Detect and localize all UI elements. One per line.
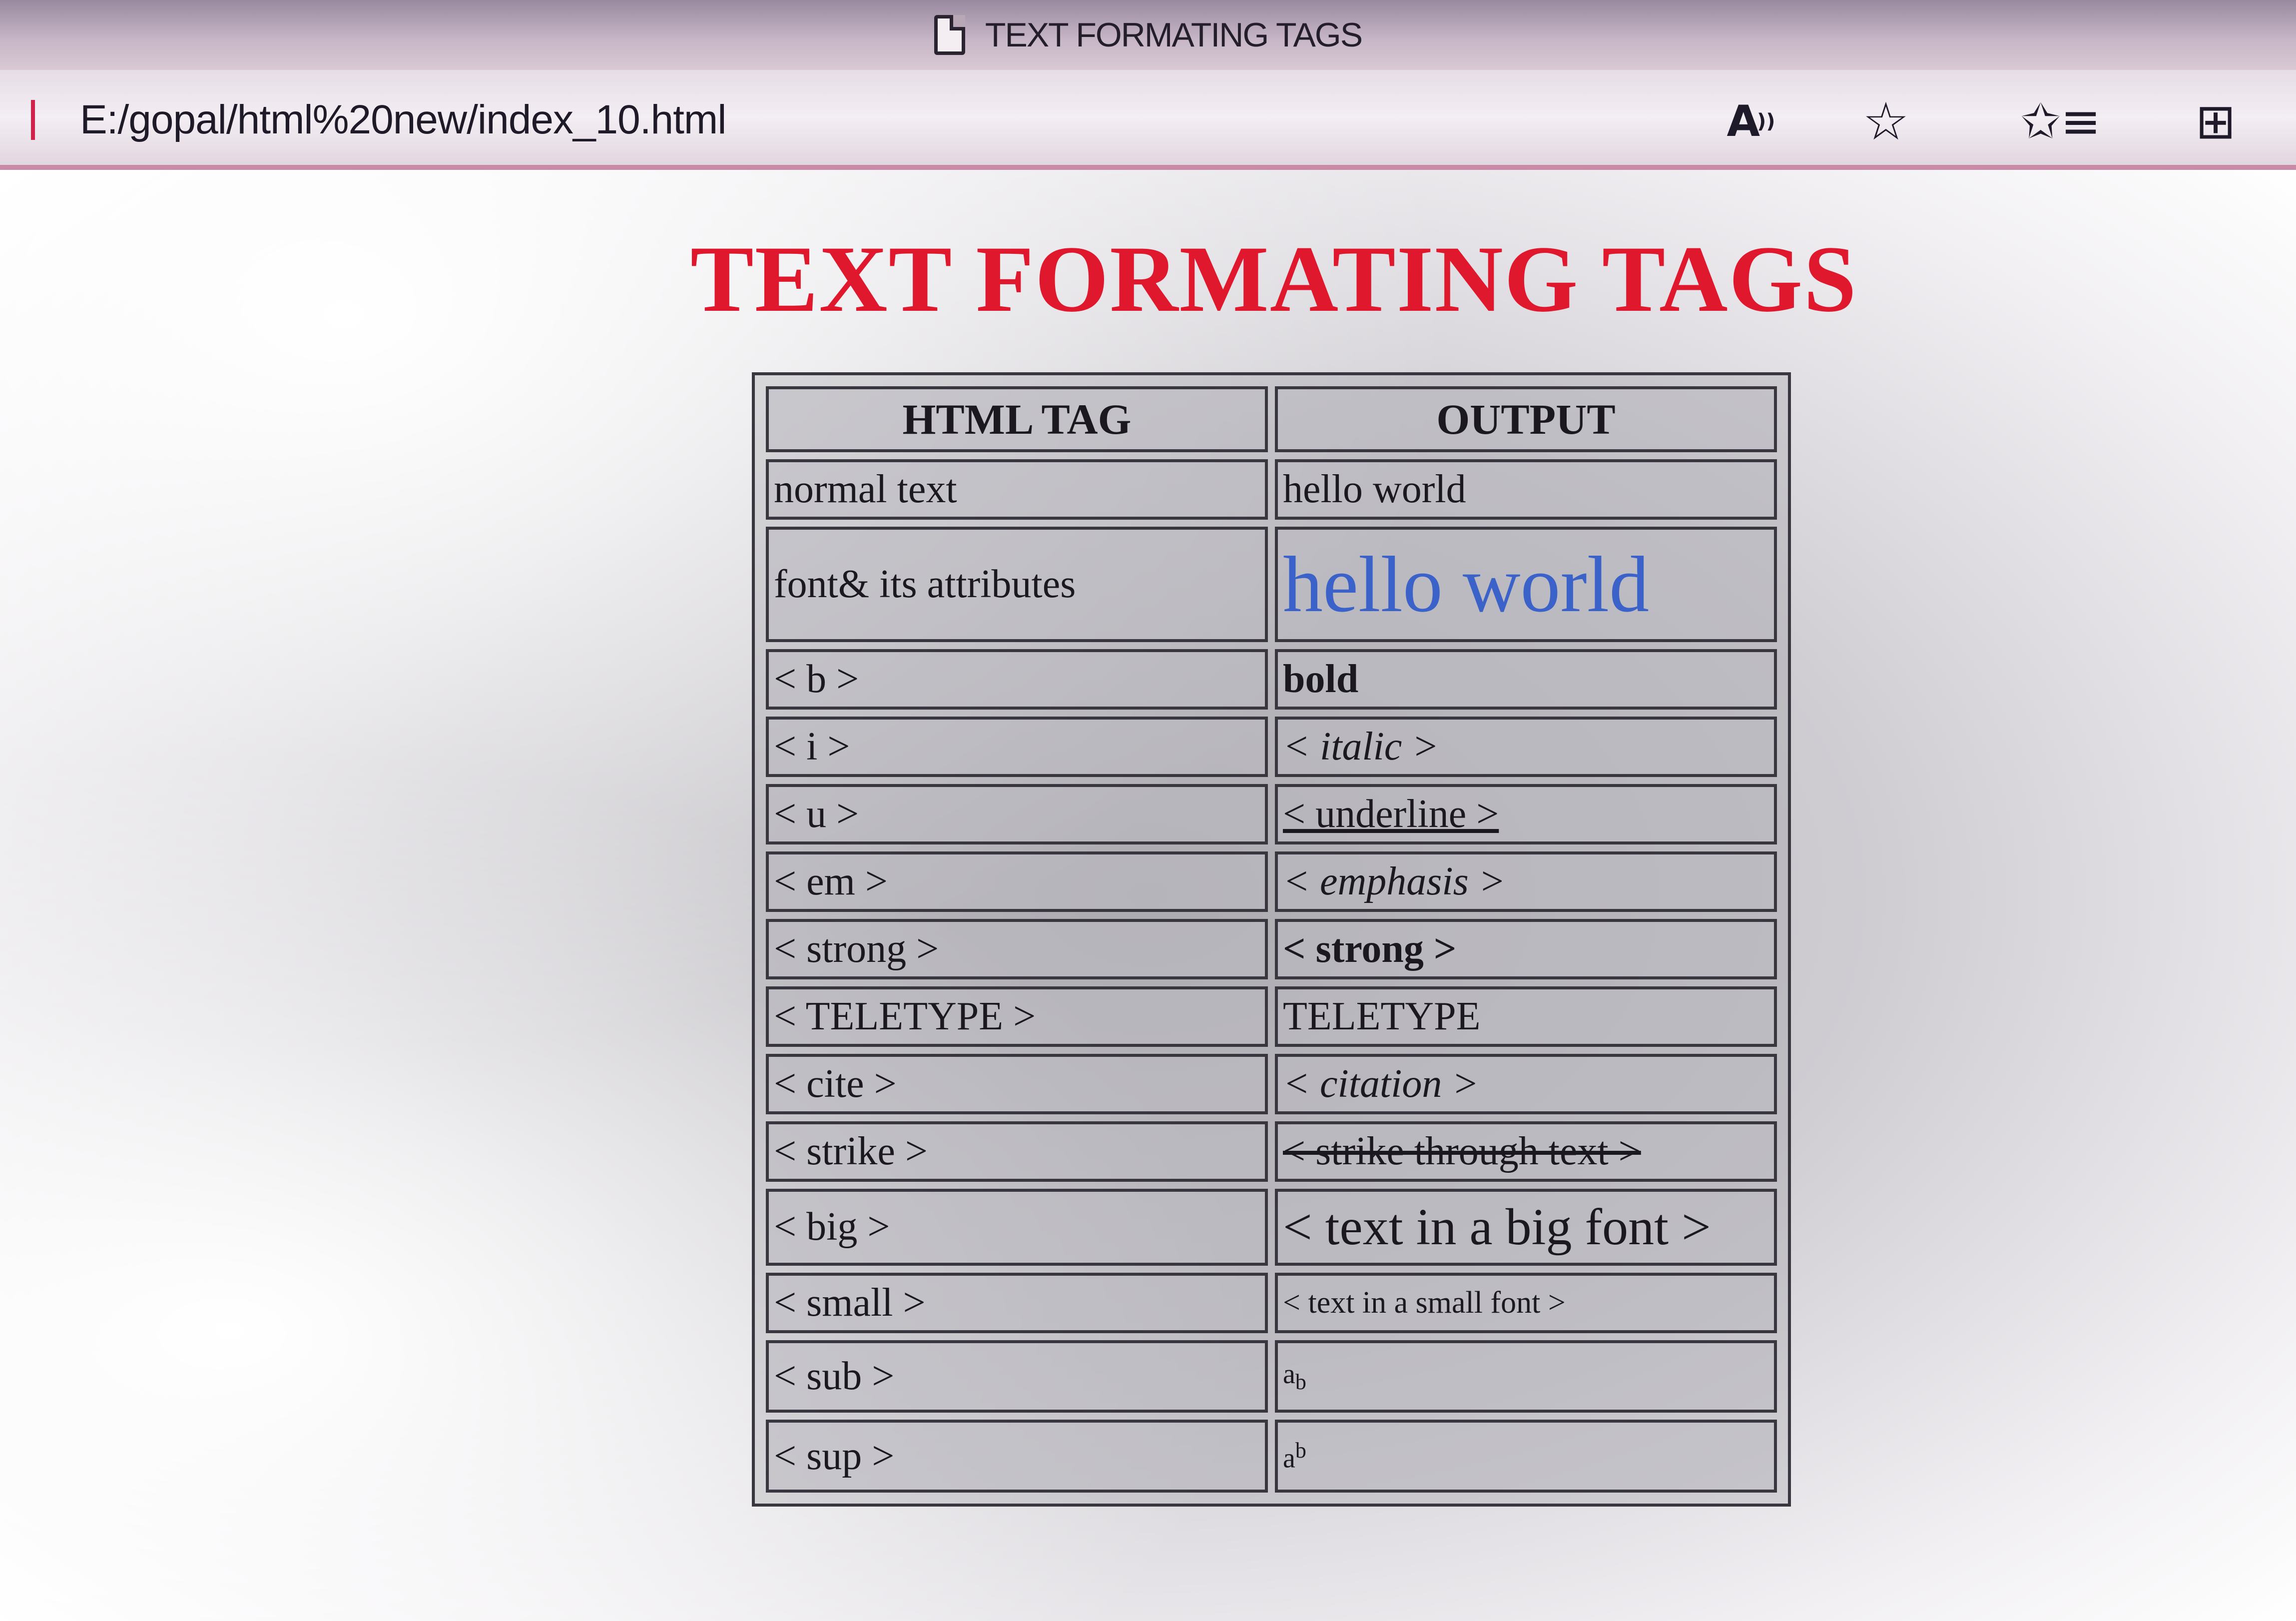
window-title: TEXT FORMATING TAGS — [985, 16, 1363, 54]
title-bar: TEXT FORMATING TAGS — [0, 0, 2296, 70]
tag-cell: normal text — [766, 459, 1268, 520]
tag-cell: < sub > — [766, 1340, 1268, 1413]
table-row: < cite > < citation > — [766, 1053, 1777, 1114]
output-cell: TELETYPE — [1275, 986, 1777, 1047]
table-row: < TELETYPE > TELETYPE — [766, 986, 1777, 1047]
tag-cell: < small > — [766, 1272, 1268, 1333]
tag-cell: < TELETYPE > — [766, 986, 1268, 1047]
read-aloud-icon[interactable]: A)) — [1723, 94, 1778, 149]
table-row: < strong > < strong > — [766, 918, 1777, 979]
tag-cell: < u > — [766, 784, 1268, 844]
table-row: < i > < italic > — [766, 716, 1777, 777]
subscript-text: b — [1295, 1370, 1306, 1395]
sub-base-text: a — [1283, 1358, 1295, 1390]
document-icon — [934, 15, 965, 55]
tag-cell: < big > — [766, 1188, 1268, 1266]
table-row: < em > < emphasis > — [766, 851, 1777, 912]
tag-cell: font& its attributes — [766, 526, 1268, 642]
output-cell: < strike through text > — [1275, 1121, 1777, 1182]
output-cell: ab — [1275, 1340, 1777, 1413]
output-cell: < italic > — [1275, 716, 1777, 777]
output-cell: < citation > — [1275, 1053, 1777, 1114]
output-cell: < emphasis > — [1275, 851, 1777, 912]
collections-icon[interactable]: ⊞ — [2188, 93, 2243, 149]
output-cell: hello world — [1275, 459, 1777, 520]
table-row: < big > < text in a big font > — [766, 1188, 1777, 1266]
table-row: < b > bold — [766, 649, 1777, 710]
address-bar[interactable]: E:/gopal/html%20new/index_10.html A)) ☆ … — [0, 70, 2296, 170]
superscript-text: b — [1295, 1438, 1306, 1463]
output-cell: hello world — [1275, 526, 1777, 642]
output-cell: ab — [1275, 1420, 1777, 1493]
table-row: font& its attributes hello world — [766, 526, 1777, 642]
formatting-table: HTML TAG OUTPUT normal text hello world … — [752, 372, 1791, 1507]
table-row: < small > < text in a small font > — [766, 1272, 1777, 1333]
table-row: normal text hello world — [766, 459, 1777, 520]
table-row: < sup > ab — [766, 1420, 1777, 1493]
tag-cell: < cite > — [766, 1053, 1268, 1114]
page-content: TEXT FORMATING TAGS HTML TAG OUTPUT norm… — [0, 170, 2296, 1621]
output-cell: < text in a big font > — [1275, 1188, 1777, 1266]
header-output: OUTPUT — [1275, 386, 1777, 452]
output-cell: < strong > — [1275, 918, 1777, 979]
table-row: < sub > ab — [766, 1340, 1777, 1413]
tag-cell: < b > — [766, 649, 1268, 710]
page-heading: TEXT FORMATING TAGS — [690, 227, 1857, 332]
url-field[interactable]: E:/gopal/html%20new/index_10.html — [80, 95, 726, 145]
tag-cell: < sup > — [766, 1420, 1268, 1493]
header-html-tag: HTML TAG — [766, 386, 1268, 452]
star-icon[interactable]: ☆ — [1858, 91, 1913, 152]
table-row: < u > < underline > — [766, 784, 1777, 844]
tag-cell: < strong > — [766, 918, 1268, 979]
favorites-list-icon[interactable]: ✩≡ — [2021, 93, 2101, 149]
output-cell: < underline > — [1275, 784, 1777, 844]
tag-cell: < strike > — [766, 1121, 1268, 1182]
output-cell: < text in a small font > — [1275, 1272, 1777, 1333]
table-row: < strike > < strike through text > — [766, 1121, 1777, 1182]
output-cell: bold — [1275, 649, 1777, 710]
tag-cell: < em > — [766, 851, 1268, 912]
url-focus-marker — [31, 100, 35, 140]
tag-cell: < i > — [766, 716, 1268, 777]
sup-base-text: a — [1283, 1443, 1295, 1474]
